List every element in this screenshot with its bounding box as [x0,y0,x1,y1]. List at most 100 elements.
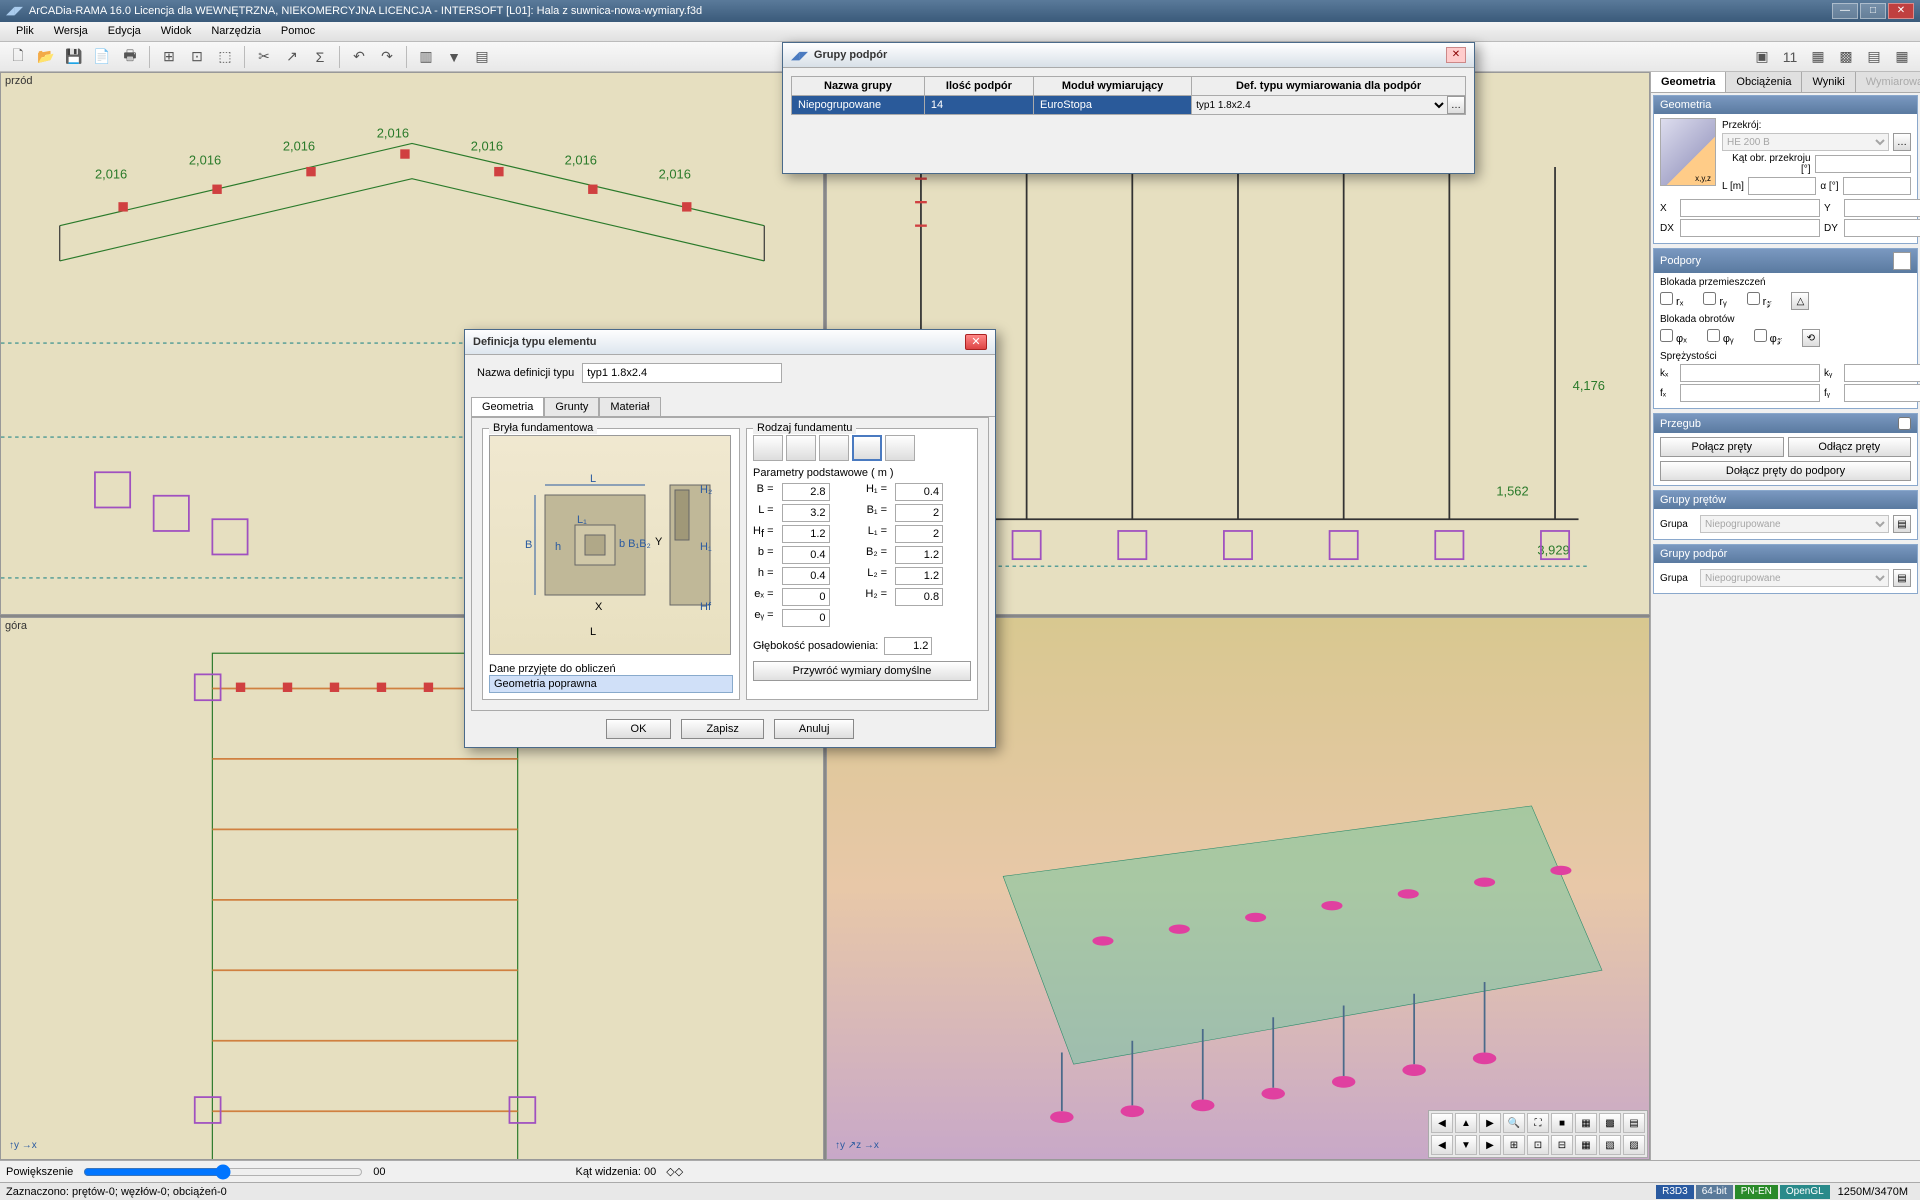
ft-1[interactable] [753,435,783,461]
undo-icon[interactable]: ↶ [347,45,371,69]
vt-fit[interactable]: ⛶ [1527,1113,1549,1133]
report-icon[interactable]: 📄 [90,45,114,69]
odlacz-btn[interactable]: Odłącz pręty [1788,437,1912,457]
ft-3[interactable] [819,435,849,461]
tree-icon[interactable]: ▤ [470,45,494,69]
przywroc-btn[interactable]: Przywróć wymiary domyślne [753,661,971,681]
vt-b1[interactable]: ◀ [1431,1135,1453,1155]
bars-icon[interactable]: ▥ [414,45,438,69]
def-type-btn[interactable]: … [1447,96,1465,114]
tool-2-icon[interactable]: ⊡ [185,45,209,69]
ok-button[interactable]: OK [606,719,672,739]
vt-b8[interactable]: ▨ [1623,1135,1645,1155]
tab-geometria[interactable]: Geometria [1651,72,1726,92]
grupa-podpor-btn[interactable]: ▤ [1893,569,1911,587]
tab-wymiarowanie[interactable]: Wymiarowanie [1856,72,1920,92]
menu-pomoc[interactable]: Pomoc [271,22,325,41]
param-b[interactable] [782,546,830,564]
vt-b2[interactable]: ▶ [1479,1135,1501,1155]
param-B[interactable] [782,483,830,501]
redo-icon[interactable]: ↷ [375,45,399,69]
tool-1-icon[interactable]: ⊞ [157,45,181,69]
param-H2[interactable] [895,588,943,606]
vt-b3[interactable]: ⊞ [1503,1135,1525,1155]
przekroj-select[interactable]: HE 200 B [1722,133,1889,151]
dialog-grupy-close[interactable]: ✕ [1446,47,1466,63]
grupa-pretow-select[interactable]: Niepogrupowane [1700,515,1889,533]
dolacz-btn[interactable]: Dołącz pręty do podpory [1660,461,1911,481]
param-H1[interactable] [895,483,943,501]
check-phx[interactable]: φₓ [1660,329,1687,347]
support-icon-btn[interactable]: △ [1791,292,1809,310]
maximize-button[interactable]: □ [1860,3,1886,19]
menu-edycja[interactable]: Edycja [98,22,151,41]
def-tab-grunty[interactable]: Grunty [544,397,599,416]
glebokosc-input[interactable] [884,637,932,655]
vt-grid3[interactable]: ▤ [1623,1113,1645,1133]
param-ey[interactable] [782,609,830,627]
save-icon[interactable]: 💾 [62,45,86,69]
r6-icon[interactable]: ▦ [1890,45,1914,69]
vt-right[interactable]: ▶ [1479,1113,1501,1133]
vt-3d[interactable]: ■ [1551,1113,1573,1133]
rotation-icon-btn[interactable]: ⟲ [1802,329,1820,347]
grupa-podpor-select[interactable]: Niepogrupowane [1700,569,1889,587]
vt-grid1[interactable]: ▦ [1575,1113,1597,1133]
param-ex[interactable] [782,588,830,606]
vt-grid2[interactable]: ▩ [1599,1113,1621,1133]
check-ry[interactable]: rᵧ [1703,292,1726,310]
param-L[interactable] [782,504,830,522]
nazwa-input[interactable] [582,363,782,383]
vt-zoom[interactable]: 🔍 [1503,1113,1525,1133]
filter-icon[interactable]: ▼ [442,45,466,69]
vt-b4[interactable]: ⊡ [1527,1135,1549,1155]
fy-input[interactable] [1844,384,1920,402]
check-phy[interactable]: φᵧ [1707,329,1734,347]
fx-input[interactable] [1680,384,1820,402]
anuluj-button[interactable]: Anuluj [774,719,855,739]
vt-b7[interactable]: ▧ [1599,1135,1621,1155]
menu-narzedzia[interactable]: Narzędzia [201,22,271,41]
grupa-pretow-btn[interactable]: ▤ [1893,515,1911,533]
ft-2[interactable] [786,435,816,461]
r1-icon[interactable]: ▣ [1750,45,1774,69]
param-L2[interactable] [895,567,943,585]
kat-input[interactable] [1815,155,1912,173]
calc-icon[interactable]: Σ [308,45,332,69]
kx-input[interactable] [1680,364,1820,382]
param-Hf[interactable] [782,525,830,543]
alpha-input[interactable] [1843,177,1912,195]
param-h[interactable] [782,567,830,585]
polacz-btn[interactable]: Połącz pręty [1660,437,1784,457]
vt-left[interactable]: ◀ [1431,1113,1453,1133]
check-rx[interactable]: rₓ [1660,292,1683,310]
menu-wersja[interactable]: Wersja [44,22,98,41]
vt-b5[interactable]: ⊟ [1551,1135,1573,1155]
DY-input[interactable] [1844,219,1920,237]
przegub-check[interactable] [1898,417,1911,430]
close-button[interactable]: ✕ [1888,3,1914,19]
ky-input[interactable] [1844,364,1920,382]
dialog-def-close[interactable]: ✕ [965,334,987,350]
tab-obciazenia[interactable]: Obciążenia [1726,72,1802,92]
check-rz[interactable]: r𝓏 [1747,292,1772,310]
X-input[interactable] [1680,199,1820,217]
tab-wyniki[interactable]: Wyniki [1802,72,1855,92]
ft-4[interactable] [852,435,882,461]
minimize-button[interactable]: — [1832,3,1858,19]
vt-b6[interactable]: ▦ [1575,1135,1597,1155]
r5-icon[interactable]: ▤ [1862,45,1886,69]
Y-input[interactable] [1844,199,1920,217]
menu-plik[interactable]: Plik [6,22,44,41]
param-B2[interactable] [895,546,943,564]
cut-icon[interactable]: ✂ [252,45,276,69]
ft-5[interactable] [885,435,915,461]
param-B1[interactable] [895,504,943,522]
r4-icon[interactable]: ▩ [1834,45,1858,69]
param-L1[interactable] [895,525,943,543]
L-input[interactable] [1748,177,1817,195]
vt-down[interactable]: ▼ [1455,1135,1477,1155]
open-icon[interactable]: 📂 [34,45,58,69]
przekroj-btn[interactable]: … [1893,133,1911,151]
tool-3-icon[interactable]: ⬚ [213,45,237,69]
